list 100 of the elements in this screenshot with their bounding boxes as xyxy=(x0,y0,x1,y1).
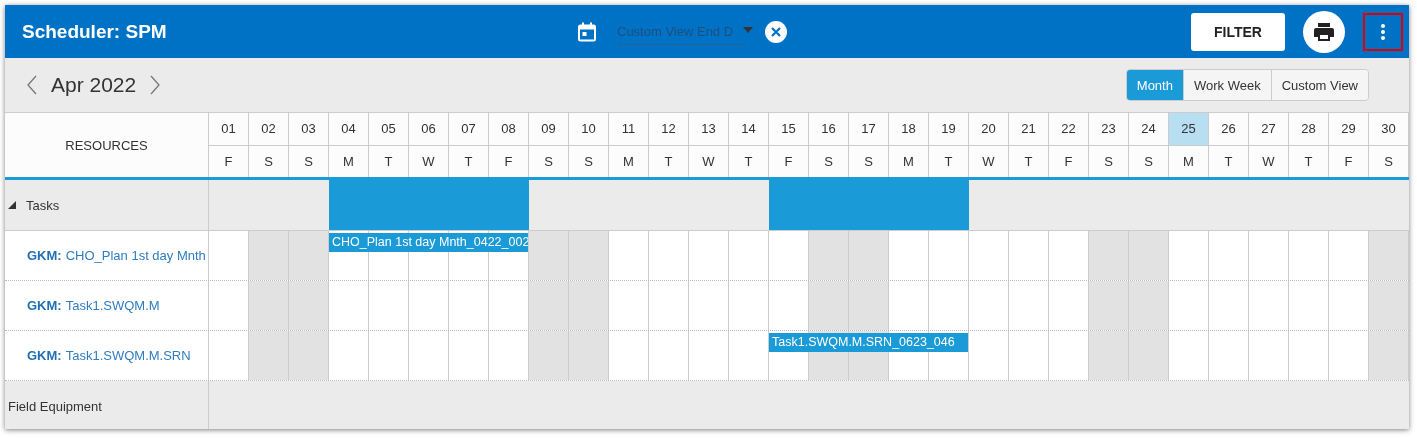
date-header: 04 xyxy=(329,113,368,146)
date-header: 13 xyxy=(689,113,728,146)
print-button[interactable] xyxy=(1303,10,1345,53)
weekday-header: M xyxy=(902,152,915,171)
date-header: 02 xyxy=(249,113,288,146)
weekday-header: F xyxy=(783,152,794,171)
date-header: 25 xyxy=(1169,113,1208,146)
day-cell[interactable] xyxy=(249,331,289,380)
day-cell[interactable] xyxy=(529,331,569,380)
day-cell[interactable] xyxy=(289,331,329,380)
view-tab[interactable]: Work Week xyxy=(1182,70,1271,100)
date-header: 03 xyxy=(289,113,328,146)
weekday-header: S xyxy=(823,152,834,171)
day-cell[interactable] xyxy=(1089,281,1129,330)
weekday-header: S xyxy=(863,152,874,171)
weekday-header: S xyxy=(1143,152,1154,171)
date-header: 18 xyxy=(889,113,928,146)
event-bar[interactable]: Task1.SWQM.M.SRN_0623_046 xyxy=(769,333,968,352)
day-cell[interactable] xyxy=(569,231,609,280)
date-header: 11 xyxy=(609,113,648,146)
weekday-header: T xyxy=(743,152,754,171)
weekday-header: S xyxy=(303,152,314,171)
day-cell[interactable] xyxy=(289,281,329,330)
day-cell[interactable] xyxy=(289,231,329,280)
more-button[interactable] xyxy=(1363,12,1403,51)
period-label: Apr 2022 xyxy=(51,73,137,97)
weekday-header: T xyxy=(383,152,394,171)
weekday-header: W xyxy=(1261,152,1276,171)
day-cell[interactable] xyxy=(1369,231,1409,280)
day-cell[interactable] xyxy=(849,281,889,330)
date-header: 27 xyxy=(1249,113,1288,146)
weekday-header: F xyxy=(1063,152,1074,171)
date-header: 07 xyxy=(449,113,488,146)
weekday-header: M xyxy=(1182,152,1195,171)
day-cell[interactable] xyxy=(1369,281,1409,330)
event-bar[interactable]: CHO_Plan 1st day Mnth_0422_002 xyxy=(329,233,528,252)
day-cell[interactable] xyxy=(1129,281,1169,330)
clear-icon[interactable] xyxy=(765,20,787,43)
date-header: 15 xyxy=(769,113,808,146)
weekday-header: M xyxy=(622,152,635,171)
day-cell[interactable] xyxy=(809,231,849,280)
day-cell[interactable] xyxy=(569,281,609,330)
weekday-header: T xyxy=(943,152,954,171)
day-cell[interactable] xyxy=(1089,231,1129,280)
date-header: 21 xyxy=(1009,113,1048,146)
date-header: 29 xyxy=(1329,113,1368,146)
weekday-header: S xyxy=(543,152,554,171)
date-header: 30 xyxy=(1369,113,1408,146)
weekday-header: W xyxy=(981,152,996,171)
weekday-header: W xyxy=(421,152,436,171)
day-cell[interactable] xyxy=(569,331,609,380)
date-header: 01 xyxy=(209,113,248,146)
next-icon[interactable] xyxy=(150,75,161,95)
day-cell[interactable] xyxy=(1129,331,1169,380)
weekday-header: M xyxy=(342,152,355,171)
calendar-icon[interactable] xyxy=(577,21,597,42)
group-label: Tasks xyxy=(26,197,60,213)
date-header: 17 xyxy=(849,113,888,146)
weekday-header: T xyxy=(1023,152,1034,171)
date-header: 24 xyxy=(1129,113,1168,146)
weekday-header: W xyxy=(701,152,716,171)
weekday-header: T xyxy=(463,152,474,171)
date-header: 09 xyxy=(529,113,568,146)
weekday-header: S xyxy=(1103,152,1114,171)
date-header: 23 xyxy=(1089,113,1128,146)
weekday-header: F xyxy=(503,152,514,171)
day-cell[interactable] xyxy=(1369,331,1409,380)
app-title: Scheduler: SPM xyxy=(22,20,168,43)
weekday-header: S xyxy=(1383,152,1394,171)
date-header: 22 xyxy=(1049,113,1088,146)
date-header: 06 xyxy=(409,113,448,146)
day-cell[interactable] xyxy=(849,231,889,280)
date-header: 14 xyxy=(729,113,768,146)
date-header: 08 xyxy=(489,113,528,146)
day-cell[interactable] xyxy=(249,281,289,330)
weekday-header: T xyxy=(1223,152,1234,171)
more-icon xyxy=(1381,22,1385,41)
date-header: 16 xyxy=(809,113,848,146)
day-cell[interactable] xyxy=(529,231,569,280)
day-cell[interactable] xyxy=(249,231,289,280)
day-cell[interactable] xyxy=(529,281,569,330)
filter-button[interactable]: FILTER xyxy=(1191,12,1285,51)
date-header: 12 xyxy=(649,113,688,146)
expand-icon[interactable] xyxy=(8,201,16,209)
view-tab[interactable]: Custom View xyxy=(1270,70,1368,100)
day-cell[interactable] xyxy=(809,281,849,330)
date-field[interactable]: Custom View End D xyxy=(617,18,745,45)
weekday-header: S xyxy=(263,152,274,171)
date-header: 19 xyxy=(929,113,968,146)
date-header: 20 xyxy=(969,113,1008,146)
day-cell[interactable] xyxy=(1129,231,1169,280)
weekday-header: S xyxy=(583,152,594,171)
previous-icon[interactable] xyxy=(27,75,37,95)
weekday-header: T xyxy=(663,152,674,171)
weekday-header: T xyxy=(1303,152,1314,171)
caret-icon[interactable] xyxy=(743,26,753,33)
date-header: 05 xyxy=(369,113,408,146)
day-cell[interactable] xyxy=(1089,331,1129,380)
date-header: 10 xyxy=(569,113,608,146)
view-tab[interactable]: Month xyxy=(1126,70,1183,100)
